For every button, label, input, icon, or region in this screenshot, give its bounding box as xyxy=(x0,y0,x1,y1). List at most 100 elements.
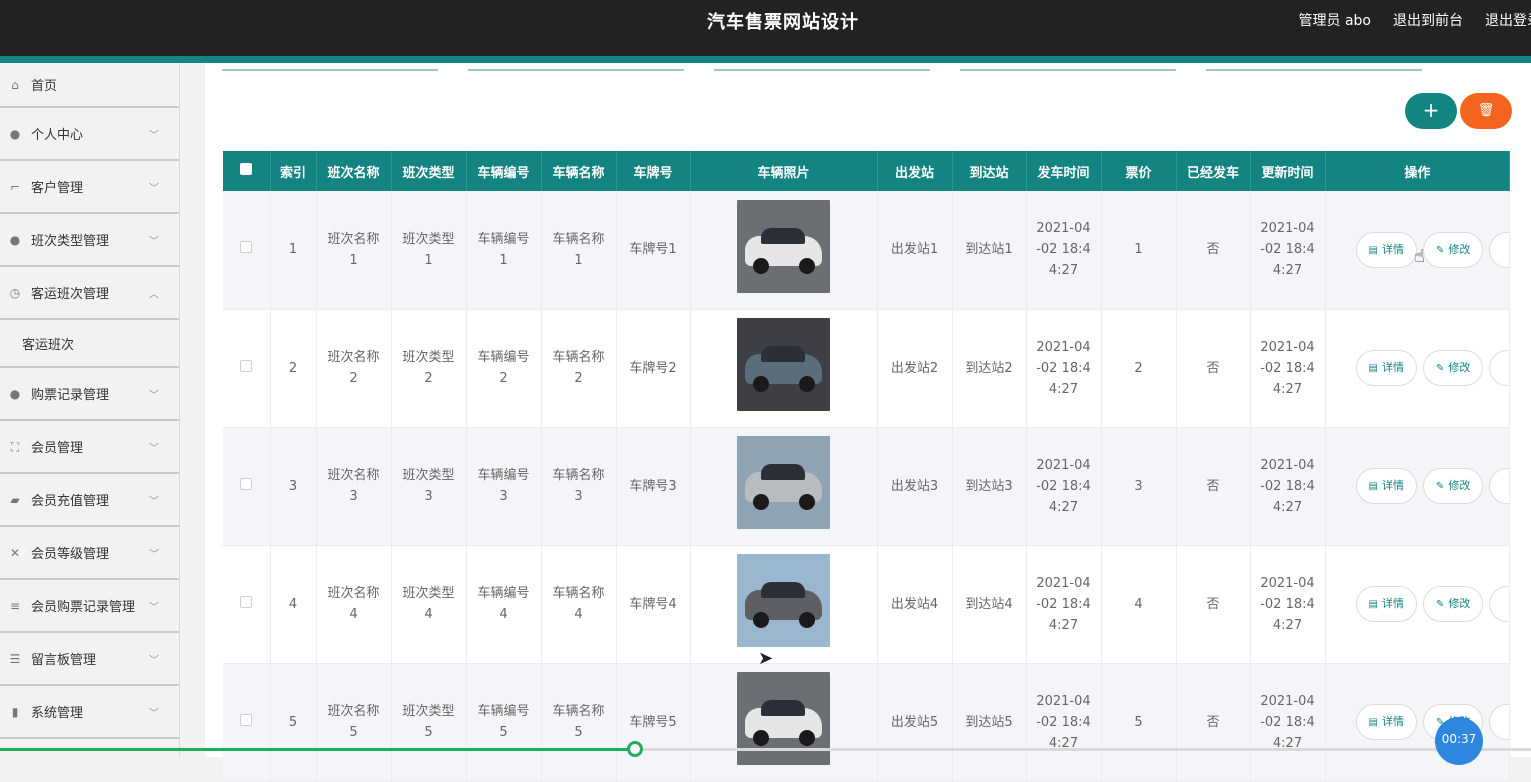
cell-departed: 否 xyxy=(1176,309,1251,428)
cell-name: 班次名称 5 xyxy=(316,663,392,782)
search-field-underline[interactable] xyxy=(468,69,684,71)
row-checkbox[interactable] xyxy=(223,191,271,310)
cell-from: 出发站1 xyxy=(877,191,953,310)
top-bar: 汽车售票网站设计 管理员 abo 退出到前台 退出登录 xyxy=(0,0,1531,56)
cell-from: 出发站5 xyxy=(877,663,953,782)
sidebar-item[interactable]: ● 班次类型管理 ﹀ xyxy=(0,214,179,267)
cell-updated: 2021-04 -02 18:4 4:27 xyxy=(1250,545,1326,664)
cell-updated: 2021-04 -02 18:4 4:27 xyxy=(1250,191,1326,310)
sidebar-item[interactable]: ▰ 会员充值管理 ﹀ xyxy=(0,474,179,527)
crop-icon: ⌐ xyxy=(9,179,21,194)
search-field-underline[interactable] xyxy=(1206,69,1422,71)
car-photo[interactable] xyxy=(737,318,830,411)
delete-row-button[interactable] xyxy=(1489,704,1509,740)
chevron-icon: ﹀ xyxy=(149,549,159,560)
cell-car-name: 车辆名称 3 xyxy=(541,427,617,546)
cell-name: 班次名称 1 xyxy=(316,191,392,310)
back-to-front-link[interactable]: 退出到前台 xyxy=(1393,10,1463,30)
cell-updated: 2021-04 -02 18:4 4:27 xyxy=(1250,663,1326,782)
col-header: 到达站 xyxy=(952,151,1027,191)
add-button[interactable]: + xyxy=(1405,93,1457,129)
sidebar-item[interactable]: ● 购票记录管理 ﹀ xyxy=(0,368,179,421)
logout-link[interactable]: 退出登录 xyxy=(1485,10,1531,30)
sidebar-item-label: 会员等级管理 xyxy=(31,547,110,562)
row-checkbox[interactable] xyxy=(223,545,271,664)
sidebar-item[interactable]: ● 个人中心 ﹀ xyxy=(0,108,179,161)
sidebar-item[interactable]: ≡ 会员购票记录管理 ﹀ xyxy=(0,580,179,633)
col-header: 操作 xyxy=(1325,151,1511,191)
chevron-icon: ﹀ xyxy=(149,602,159,613)
cell-depart-time: 2021-04 -02 18:4 4:27 xyxy=(1026,427,1102,546)
col-header: 票价 xyxy=(1101,151,1177,191)
cell-updated: 2021-04 -02 18:4 4:27 xyxy=(1250,427,1326,546)
row-checkbox[interactable] xyxy=(223,663,271,782)
user-icon: ● xyxy=(9,126,21,141)
cell-depart-time: 2021-04 -02 18:4 4:27 xyxy=(1026,663,1102,782)
chevron-icon: ﹀ xyxy=(149,236,159,247)
sidebar-item[interactable]: ◷ 客运班次管理 ︿ xyxy=(0,267,179,320)
sidebar-item-label: 留言板管理 xyxy=(31,653,97,668)
sidebar-item[interactable]: ✕ 会员等级管理 ﹀ xyxy=(0,527,179,580)
schedule-table: 索引 班次名称 班次类型 车辆编号 车辆名称 车牌号 车辆照片 出发站 到达站 … xyxy=(223,151,1511,782)
delete-row-button[interactable] xyxy=(1489,586,1509,622)
sidebar-item-label: 首页 xyxy=(31,79,58,94)
col-header: 已经发车 xyxy=(1176,151,1251,191)
delete-row-button[interactable] xyxy=(1489,350,1509,386)
cell-index: 4 xyxy=(270,545,317,664)
video-progress-bar[interactable] xyxy=(0,741,1531,757)
cell-actions: ▤详情✎修改 xyxy=(1325,309,1511,428)
detail-button[interactable]: ▤ 详情 xyxy=(1355,468,1417,504)
detail-button[interactable]: ▤ 详情 xyxy=(1355,704,1417,740)
col-header: 班次类型 xyxy=(391,151,467,191)
edit-button[interactable]: ✎修改 xyxy=(1422,586,1484,622)
sidebar-item[interactable]: ⛶ 会员管理 ﹀ xyxy=(0,421,179,474)
header-links: 管理员 abo 退出到前台 退出登录 xyxy=(1299,10,1531,30)
cell-departed: 否 xyxy=(1176,427,1251,546)
sidebar-item[interactable]: ☰ 留言板管理 ﹀ xyxy=(0,633,179,686)
cell-departed: 否 xyxy=(1176,545,1251,664)
sidebar-item-label: 客户管理 xyxy=(31,181,84,196)
delete-row-button[interactable] xyxy=(1489,231,1509,268)
admin-user-link[interactable]: 管理员 abo xyxy=(1299,10,1371,30)
document-icon: ▤ xyxy=(1368,481,1378,492)
row-checkbox[interactable] xyxy=(223,427,271,546)
ticket-icon: ▰ xyxy=(10,492,20,507)
edit-button[interactable]: ✎修改 xyxy=(1422,350,1484,386)
chevron-icon: ﹀ xyxy=(149,390,159,401)
select-all-checkbox[interactable] xyxy=(223,151,271,191)
edit-button[interactable]: ✎修改 xyxy=(1422,468,1484,504)
car-photo[interactable] xyxy=(737,436,830,529)
cell-car-name: 车辆名称 4 xyxy=(541,545,617,664)
cell-name: 班次名称 4 xyxy=(316,545,392,664)
sidebar-subitem[interactable]: 客运班次 xyxy=(0,320,179,368)
chevron-icon: ﹀ xyxy=(149,183,159,194)
sidebar-item[interactable]: ▮ 系统管理 ﹀ xyxy=(0,686,179,739)
sidebar-item-label: 班次类型管理 xyxy=(31,234,110,249)
accent-strip xyxy=(0,56,1531,63)
delete-row-button[interactable] xyxy=(1489,468,1509,504)
car-photo[interactable] xyxy=(737,554,830,647)
detail-button[interactable]: ▤ 详情 xyxy=(1355,231,1417,268)
home-icon: ⌂ xyxy=(11,77,19,92)
detail-button[interactable]: ▤ 详情 xyxy=(1355,586,1417,622)
delete-button[interactable]: 🗑 xyxy=(1460,93,1512,129)
row-checkbox[interactable] xyxy=(223,309,271,428)
cell-plate: 车牌号4 xyxy=(616,545,691,664)
sidebar-item[interactable]: ⌐ 客户管理 ﹀ xyxy=(0,161,179,214)
search-field-underline[interactable] xyxy=(714,69,930,71)
cell-from: 出发站3 xyxy=(877,427,953,546)
col-header: 发车时间 xyxy=(1026,151,1102,191)
table-row: 2 班次名称 2 班次类型 2 车辆编号 2 车辆名称 2 车牌号2 出发站2 到达站2 2021-04… xyxy=(223,309,1511,428)
cell-code: 车辆编号 2 xyxy=(466,309,542,428)
sidebar-item[interactable]: ⌂ 首页 xyxy=(0,63,179,108)
edit-button[interactable]: ✎修改 xyxy=(1422,231,1484,268)
search-field-underline[interactable] xyxy=(222,69,438,71)
cell-to: 到达站3 xyxy=(952,427,1027,546)
detail-button[interactable]: ▤ 详情 xyxy=(1355,350,1417,386)
cell-code: 车辆编号 5 xyxy=(466,663,542,782)
search-field-underline[interactable] xyxy=(960,69,1176,71)
col-header: 更新时间 xyxy=(1250,151,1326,191)
car-photo[interactable] xyxy=(737,199,830,293)
progress-knob[interactable] xyxy=(627,741,644,757)
cell-car-name: 车辆名称 2 xyxy=(541,309,617,428)
